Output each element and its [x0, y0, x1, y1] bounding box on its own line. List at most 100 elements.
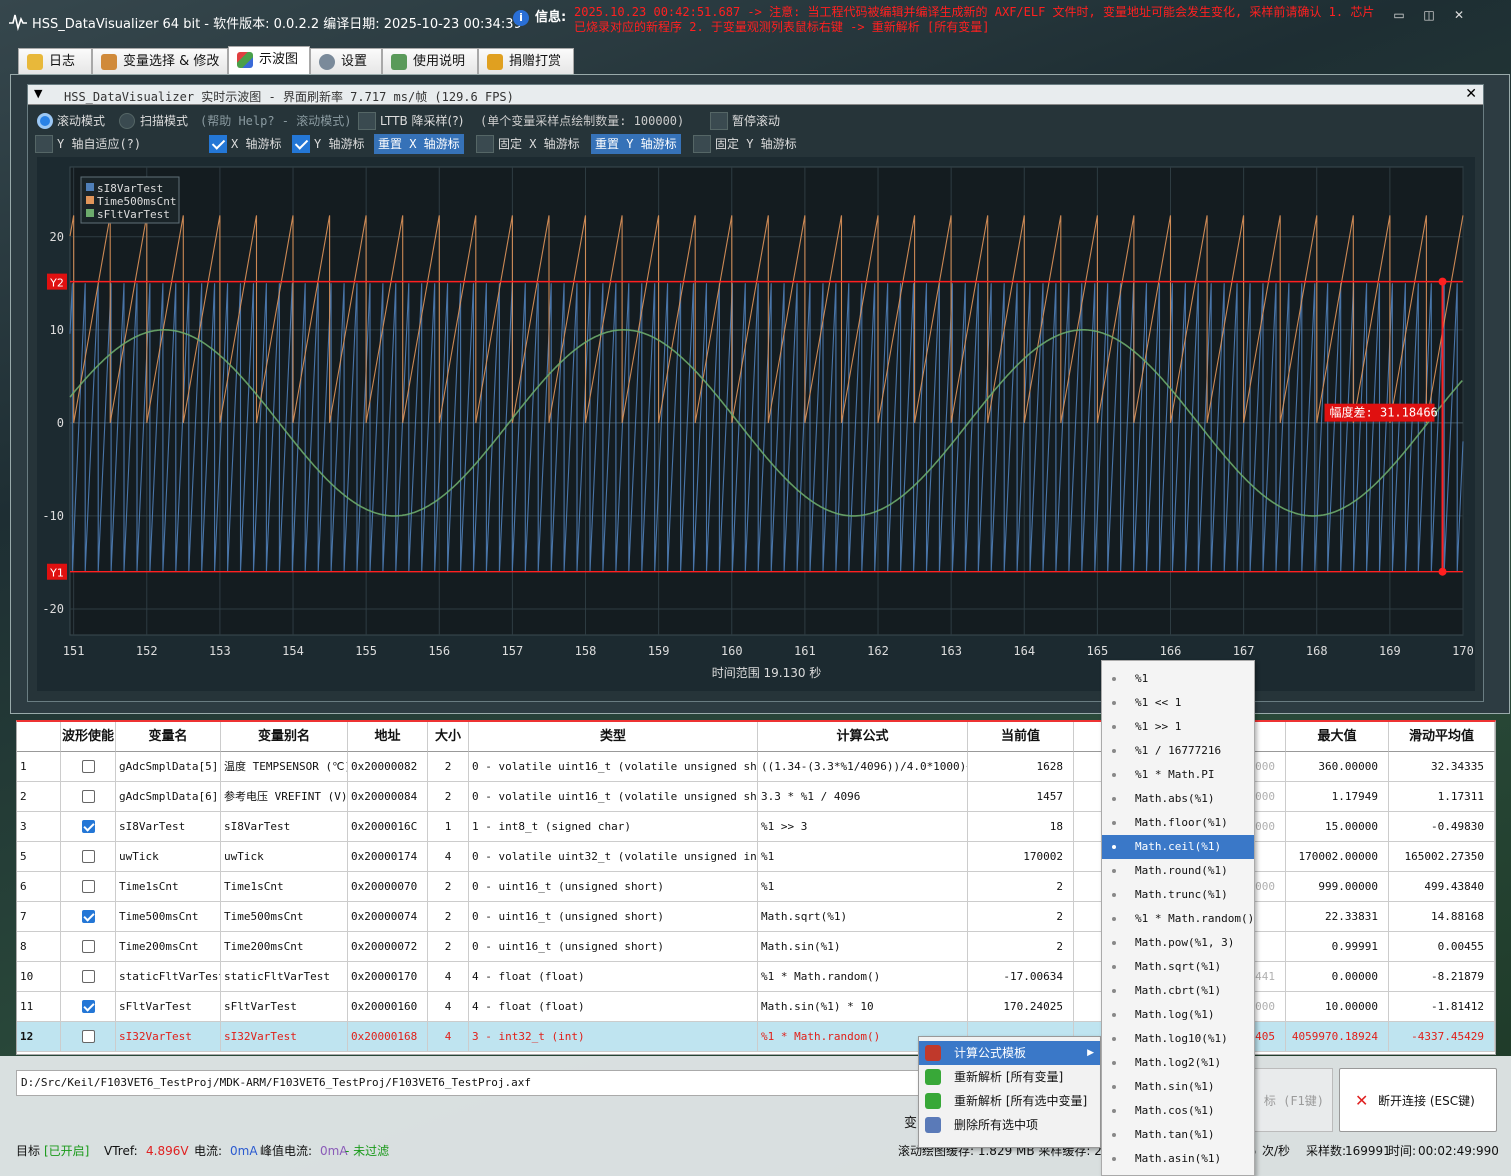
type[interactable]: 3 - int32_t (int)	[469, 1022, 758, 1052]
column-header[interactable]	[17, 722, 61, 752]
size[interactable]: 2	[428, 782, 469, 812]
avg-value[interactable]: -0.49830	[1389, 812, 1495, 842]
formula[interactable]: 3.3 * %1 / 4096	[758, 782, 968, 812]
row-number[interactable]: 2	[17, 782, 61, 812]
context-menu-item[interactable]: 计算公式模板 ▶	[919, 1041, 1100, 1065]
table-row[interactable]: 2 gAdcSmplData[6] 参考电压 VREFINT (V) 0x200000…	[17, 782, 1495, 812]
formula-template-item[interactable]: Math.log2(%1)	[1102, 1051, 1254, 1075]
address[interactable]: 0x20000082	[348, 752, 428, 782]
disconnect-button[interactable]: ✕ 断开连接 (ESC键)	[1339, 1068, 1497, 1132]
avg-value[interactable]: 32.34335	[1389, 752, 1495, 782]
formula-template-item[interactable]: Math.trunc(%1)	[1102, 883, 1254, 907]
avg-value[interactable]: 499.43840	[1389, 872, 1495, 902]
table-row[interactable]: 5 uwTick uwTick 0x20000174 4 0 - volatile uin…	[17, 842, 1495, 872]
current-value[interactable]: 170.24025	[968, 992, 1074, 1022]
current-value[interactable]: 2	[968, 932, 1074, 962]
size[interactable]: 2	[428, 902, 469, 932]
scan-mode-radio[interactable]	[119, 113, 135, 129]
context-menu-item[interactable]: 删除所有选中项	[919, 1113, 1100, 1137]
y-cursor-checkbox[interactable]	[292, 135, 310, 153]
variable-alias[interactable]: sI8VarTest	[221, 812, 348, 842]
avg-value[interactable]: 0.00455	[1389, 932, 1495, 962]
variable-name[interactable]: gAdcSmplData[6]	[116, 782, 221, 812]
address[interactable]: 0x20000174	[348, 842, 428, 872]
variable-alias[interactable]: 温度 TEMPSENSOR (℃)	[221, 752, 348, 782]
formula-template-item[interactable]: Math.log10(%1)	[1102, 1027, 1254, 1051]
size[interactable]: 1	[428, 812, 469, 842]
current-value[interactable]: 2	[968, 872, 1074, 902]
formula[interactable]: %1 >> 3	[758, 812, 968, 842]
avg-value[interactable]: -4337.45429	[1389, 1022, 1495, 1052]
waveform-enable-checkbox[interactable]	[81, 940, 95, 953]
avg-value[interactable]: 14.88168	[1389, 902, 1495, 932]
formula-template-item[interactable]: Math.sin(%1)	[1102, 1075, 1254, 1099]
pause-scroll-checkbox[interactable]	[710, 112, 728, 130]
formula-template-item[interactable]: %1	[1102, 667, 1254, 691]
table-row[interactable]: 8 Time200msCnt Time200msCnt 0x20000072 2 0 - …	[17, 932, 1495, 962]
address[interactable]: 0x20000170	[348, 962, 428, 992]
waveform-chart[interactable]: 151 152 153 154 155 156 157 158 159 160 161 162 163 1…	[37, 157, 1475, 691]
variable-name[interactable]: Time200msCnt	[116, 932, 221, 962]
waveform-enable-checkbox[interactable]	[81, 880, 95, 893]
variable-name[interactable]: Time1sCnt	[116, 872, 221, 902]
max-value[interactable]: 10.00000	[1286, 992, 1389, 1022]
row-number[interactable]: 5	[17, 842, 61, 872]
formula-template-item[interactable]: Math.tan(%1)	[1102, 1123, 1254, 1147]
formula-template-item[interactable]: Math.asin(%1)	[1102, 1147, 1254, 1171]
row-number[interactable]: 12	[17, 1022, 61, 1052]
formula[interactable]: ((1.34-(3.3*%1/4096))/4.0*1000)+25	[758, 752, 968, 782]
variable-name[interactable]: sI8VarTest	[116, 812, 221, 842]
formula-template-item[interactable]: Math.cos(%1)	[1102, 1099, 1254, 1123]
current-value[interactable]: 2	[968, 902, 1074, 932]
variable-alias[interactable]: 参考电压 VREFINT (V)	[221, 782, 348, 812]
variable-alias[interactable]: Time1sCnt	[221, 872, 348, 902]
formula-template-item[interactable]: Math.round(%1)	[1102, 859, 1254, 883]
size[interactable]: 4	[428, 842, 469, 872]
formula-template-item[interactable]: Math.log(%1)	[1102, 1003, 1254, 1027]
type[interactable]: 1 - int8_t (signed char)	[469, 812, 758, 842]
waveform-enable-checkbox[interactable]	[81, 970, 95, 983]
row-number[interactable]: 8	[17, 932, 61, 962]
formula[interactable]: %1	[758, 842, 968, 872]
variable-alias[interactable]: uwTick	[221, 842, 348, 872]
max-value[interactable]: 4059970.18924	[1286, 1022, 1389, 1052]
formula-template-item[interactable]: Math.ceil(%1)	[1102, 835, 1254, 859]
type[interactable]: 0 - uint16_t (unsigned short)	[469, 902, 758, 932]
row-number[interactable]: 10	[17, 962, 61, 992]
variable-name[interactable]: sI32VarTest	[116, 1022, 221, 1052]
restore-button[interactable]: ◫	[1414, 6, 1444, 24]
row-number[interactable]: 6	[17, 872, 61, 902]
reset-x-cursor-button[interactable]: 重置 X 轴游标	[374, 134, 464, 154]
table-row[interactable]: 3 sI8VarTest sI8VarTest 0x2000016C 1 1 - int8…	[17, 812, 1495, 842]
fix-y-cursor-checkbox[interactable]	[693, 135, 711, 153]
size[interactable]: 2	[428, 932, 469, 962]
formula[interactable]: %1 * Math.random()	[758, 962, 968, 992]
avg-value[interactable]: 165002.27350	[1389, 842, 1495, 872]
max-value[interactable]: 22.33831	[1286, 902, 1389, 932]
waveform-enable-checkbox[interactable]	[81, 850, 95, 863]
formula[interactable]: Math.sin(%1)	[758, 932, 968, 962]
row-number[interactable]: 7	[17, 902, 61, 932]
type[interactable]: 0 - volatile uint16_t (volatile unsigned…	[469, 752, 758, 782]
type[interactable]: 0 - volatile uint32_t (volatile unsigned…	[469, 842, 758, 872]
avg-value[interactable]: 1.17311	[1389, 782, 1495, 812]
tab-settings[interactable]: 设置	[310, 48, 382, 74]
address[interactable]: 0x20000160	[348, 992, 428, 1022]
waveform-enable-checkbox[interactable]	[81, 910, 95, 923]
max-value[interactable]: 999.00000	[1286, 872, 1389, 902]
variable-alias[interactable]: Time500msCnt	[221, 902, 348, 932]
row-number[interactable]: 11	[17, 992, 61, 1022]
help-hint[interactable]: (帮助 Help? - 滚动模式)	[200, 111, 351, 131]
scroll-mode-radio[interactable]	[37, 113, 53, 129]
tab-oscilloscope[interactable]: 示波图	[228, 46, 310, 75]
column-header[interactable]: 滑动平均值	[1389, 722, 1495, 752]
type[interactable]: 4 - float (float)	[469, 992, 758, 1022]
formula-template-item[interactable]: %1 / 16777216	[1102, 739, 1254, 763]
column-header[interactable]: 类型	[469, 722, 758, 752]
max-value[interactable]: 170002.00000	[1286, 842, 1389, 872]
formula-template-item[interactable]: %1 * Math.PI	[1102, 763, 1254, 787]
current-value[interactable]: 170002	[968, 842, 1074, 872]
type[interactable]: 0 - uint16_t (unsigned short)	[469, 872, 758, 902]
address[interactable]: 0x20000070	[348, 872, 428, 902]
tab-log[interactable]: 日志	[18, 48, 92, 74]
